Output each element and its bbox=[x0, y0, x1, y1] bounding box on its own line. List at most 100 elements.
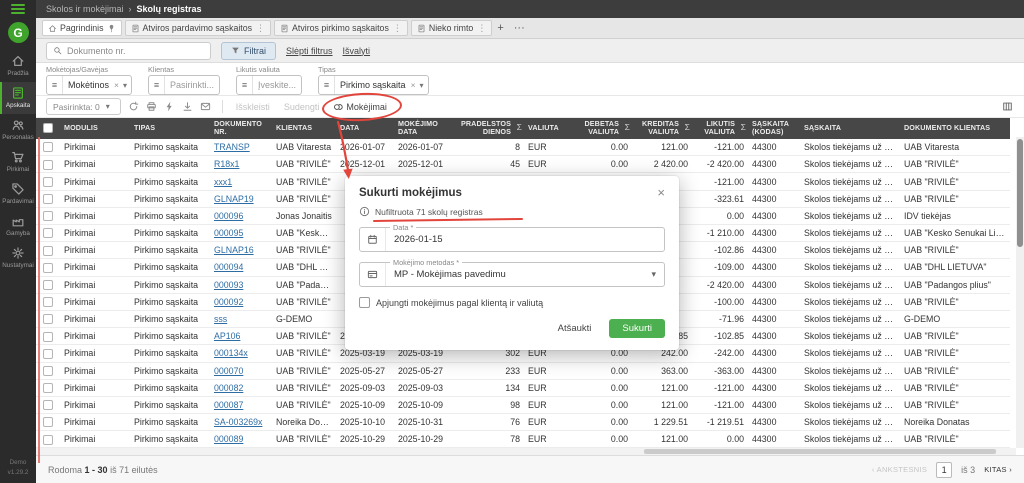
table-row[interactable]: PirkimaiPirkimo sąskaita000070UAB "RIVIL… bbox=[36, 362, 1010, 379]
mail-icon[interactable] bbox=[199, 99, 213, 115]
row-checkbox[interactable] bbox=[36, 259, 60, 276]
table-row[interactable]: PirkimaiPirkimo sąskaitaTRANSPUAB Vitare… bbox=[36, 139, 1010, 156]
refresh-icon[interactable] bbox=[127, 99, 141, 115]
row-checkbox[interactable] bbox=[36, 276, 60, 293]
row-checkbox[interactable] bbox=[36, 225, 60, 242]
row-checkbox[interactable] bbox=[36, 139, 60, 156]
table-row[interactable]: PirkimaiPirkimo sąskaitaR18x1UAB "RIVILĖ… bbox=[36, 156, 1010, 173]
document-link[interactable]: 000092 bbox=[214, 297, 243, 307]
kebab-icon[interactable]: ⋮ bbox=[477, 23, 486, 34]
scrollbar-thumb[interactable] bbox=[644, 449, 997, 454]
select-all-checkbox[interactable] bbox=[36, 118, 60, 139]
print-icon[interactable] bbox=[145, 99, 159, 115]
row-checkbox[interactable] bbox=[36, 156, 60, 173]
document-link[interactable]: 000095 bbox=[214, 228, 243, 238]
sidebar-item-pradžia[interactable]: Pradžia bbox=[0, 50, 36, 82]
row-checkbox[interactable] bbox=[36, 328, 60, 345]
vertical-scrollbar[interactable] bbox=[1016, 137, 1024, 448]
next-page-button[interactable]: KITAS › bbox=[984, 465, 1012, 474]
close-icon[interactable]: × bbox=[657, 186, 665, 199]
document-link[interactable]: AP106 bbox=[214, 331, 240, 341]
row-checkbox[interactable] bbox=[36, 396, 60, 413]
breadcrumb-parent[interactable]: Skolos ir mokėjimai bbox=[46, 4, 124, 14]
more-tabs-button[interactable]: ··· bbox=[509, 22, 530, 34]
sigma-icon[interactable]: Σ bbox=[741, 123, 746, 133]
sidebar-item-personalas[interactable]: Personalas bbox=[0, 114, 36, 146]
kebab-icon[interactable]: ⋮ bbox=[393, 23, 402, 34]
sidebar-item-pirkimai[interactable]: Pirkimai bbox=[0, 146, 36, 178]
row-checkbox[interactable] bbox=[36, 310, 60, 327]
document-link[interactable]: xxx1 bbox=[214, 177, 232, 187]
download-icon[interactable] bbox=[181, 99, 195, 115]
filter-control-mokėtojas-gavėjas[interactable]: ≡Mokėtinos×▾ bbox=[46, 75, 132, 95]
row-checkbox[interactable] bbox=[36, 293, 60, 310]
add-tab-button[interactable]: + bbox=[492, 22, 508, 34]
document-link[interactable]: GLNAP16 bbox=[214, 245, 254, 255]
row-checkbox[interactable] bbox=[36, 242, 60, 259]
kebab-icon[interactable]: ⋮ bbox=[256, 23, 265, 34]
tab-atviros-pirkimo-sąskaitos[interactable]: Atviros pirkimo sąskaitos⋮ bbox=[274, 20, 408, 36]
document-link[interactable]: 000134x bbox=[214, 348, 248, 358]
tab-pagrindinis[interactable]: Pagrindinis bbox=[42, 20, 122, 36]
payment-date-field[interactable]: Data * 2026-01-15 bbox=[359, 227, 665, 252]
document-link[interactable]: GLNAP19 bbox=[214, 194, 254, 204]
clear-filter-icon[interactable]: × bbox=[411, 80, 416, 90]
column-settings-icon[interactable] bbox=[1000, 99, 1014, 115]
column-header-valiuta[interactable]: Valiuta bbox=[524, 118, 574, 139]
column-header-data[interactable]: Data bbox=[336, 118, 394, 139]
filter-control-klientas[interactable]: ≡Pasirinkti... bbox=[148, 75, 220, 95]
column-header-nr[interactable]: Dokumento nr. bbox=[210, 118, 272, 139]
merge-payments-checkbox[interactable]: Apjungti mokėjimus pagal klientą ir vali… bbox=[359, 297, 665, 308]
column-header-modulis[interactable]: Modulis bbox=[60, 118, 130, 139]
column-header-kodas[interactable]: Sąskaita (kodas) bbox=[748, 118, 800, 139]
document-link[interactable]: 000089 bbox=[214, 434, 243, 444]
sidebar-item-gamyba[interactable]: Gamyba bbox=[0, 210, 36, 242]
table-row[interactable]: PirkimaiPirkimo sąskaita000087UAB "RIVIL… bbox=[36, 396, 1010, 413]
column-header-dienos[interactable]: Pradelstos dienosΣ bbox=[452, 118, 524, 139]
menu-toggle-button[interactable] bbox=[0, 0, 36, 18]
scrollbar-thumb[interactable] bbox=[1017, 139, 1023, 247]
row-checkbox[interactable] bbox=[36, 345, 60, 362]
row-checkbox[interactable] bbox=[36, 431, 60, 448]
document-link[interactable]: TRANSP bbox=[214, 142, 250, 152]
table-row[interactable]: PirkimaiPirkimo sąskaita000089UAB "RIVIL… bbox=[36, 431, 1010, 448]
document-link[interactable]: 000070 bbox=[214, 366, 243, 376]
sidebar-item-nustatymai[interactable]: Nustatymai bbox=[0, 242, 36, 274]
sidebar-item-pardavimai[interactable]: Pardavimai bbox=[0, 178, 36, 210]
document-link[interactable]: 000094 bbox=[214, 262, 243, 272]
row-checkbox[interactable] bbox=[36, 362, 60, 379]
mokėjimai-button[interactable]: Mokėjimai bbox=[329, 102, 391, 112]
table-row[interactable]: PirkimaiPirkimo sąskaita000082UAB "RIVIL… bbox=[36, 379, 1010, 396]
document-link[interactable]: 000082 bbox=[214, 383, 243, 393]
hide-filters-link[interactable]: Slėpti filtrus bbox=[286, 46, 333, 56]
document-link[interactable]: R18x1 bbox=[214, 159, 239, 169]
column-header-tipas[interactable]: Tipas bbox=[130, 118, 210, 139]
document-link[interactable]: 000087 bbox=[214, 400, 243, 410]
checkbox-icon[interactable] bbox=[359, 297, 370, 308]
cancel-button[interactable]: Atšaukti bbox=[552, 320, 598, 337]
row-checkbox[interactable] bbox=[36, 190, 60, 207]
sigma-icon[interactable]: Σ bbox=[685, 123, 690, 133]
row-checkbox[interactable] bbox=[36, 207, 60, 224]
table-row[interactable]: PirkimaiPirkimo sąskaitaSA-003269xNoreik… bbox=[36, 414, 1010, 431]
sigma-icon[interactable]: Σ bbox=[517, 123, 522, 133]
submit-button[interactable]: Sukurti bbox=[609, 319, 665, 338]
column-header-mok_data[interactable]: Mokėjimo data bbox=[394, 118, 452, 139]
column-header-dok_klientas[interactable]: Dokumento klientas bbox=[900, 118, 1010, 139]
payment-method-select[interactable]: Mokėjimo metodas * MP - Mokėjimas pavedi… bbox=[359, 262, 665, 287]
row-checkbox[interactable] bbox=[36, 414, 60, 431]
filter-control-likutis-valiuta[interactable]: ≡Įveskite... bbox=[236, 75, 302, 95]
clear-filter-icon[interactable]: × bbox=[114, 80, 119, 90]
clear-filters-link[interactable]: Išvalyti bbox=[343, 46, 371, 56]
column-header-debetas[interactable]: Debetas valiutaΣ bbox=[574, 118, 632, 139]
document-link[interactable]: 000093 bbox=[214, 280, 243, 290]
document-link[interactable]: sss bbox=[214, 314, 227, 324]
column-header-kreditas[interactable]: Kreditas valiutaΣ bbox=[632, 118, 692, 139]
search-input[interactable]: Dokumento nr. bbox=[46, 42, 211, 60]
row-checkbox[interactable] bbox=[36, 379, 60, 396]
filters-button[interactable]: Filtrai bbox=[221, 42, 276, 60]
selected-count-button[interactable]: Pasirinkta: 0 ▾ bbox=[46, 98, 121, 115]
chevron-down-icon[interactable]: ▾ bbox=[420, 81, 424, 90]
tab-atviros-pardavimo-sąskaitos[interactable]: Atviros pardavimo sąskaitos⋮ bbox=[125, 20, 272, 36]
column-header-saskaita[interactable]: Sąskaita bbox=[800, 118, 900, 139]
